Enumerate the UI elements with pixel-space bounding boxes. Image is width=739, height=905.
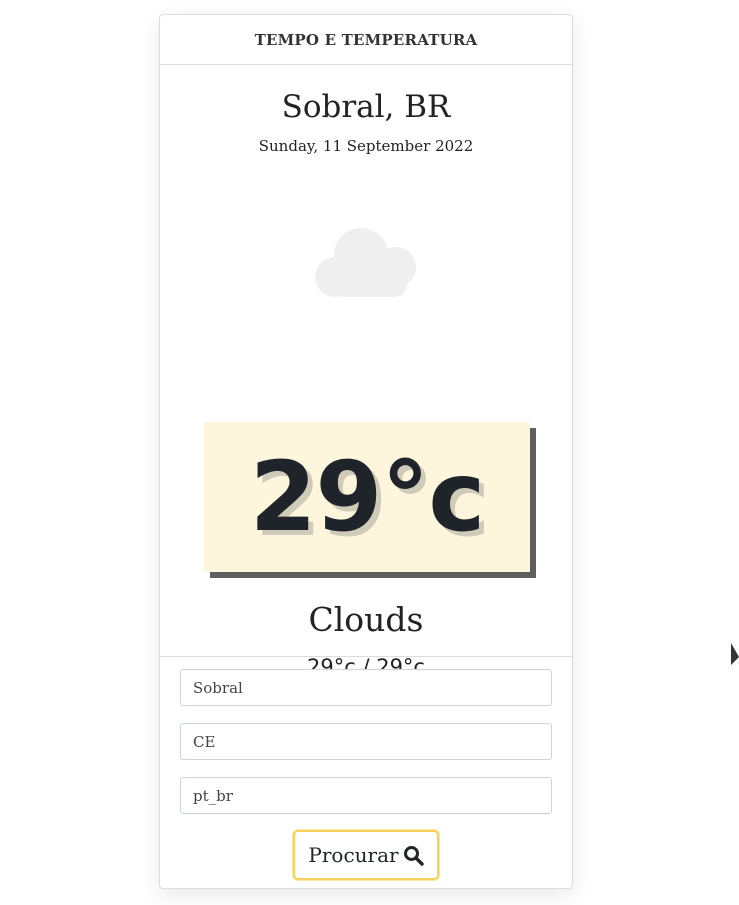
current-date: Sunday, 11 September 2022 bbox=[258, 137, 474, 155]
search-button[interactable]: Procurar bbox=[293, 830, 439, 880]
cloud-icon bbox=[315, 228, 416, 297]
search-icon bbox=[403, 845, 424, 866]
mouse-cursor-icon bbox=[731, 643, 739, 665]
weather-card: TEMPO E TEMPERATURA Sobral, BR Sunday, 1… bbox=[159, 14, 573, 889]
temperature-value: 29°c bbox=[249, 441, 485, 553]
location-title: Sobral, BR bbox=[281, 89, 451, 125]
weather-display: Sobral, BR Sunday, 11 September 2022 29°… bbox=[160, 65, 572, 679]
search-form: Procurar bbox=[160, 657, 572, 890]
state-input[interactable] bbox=[180, 723, 552, 760]
city-input[interactable] bbox=[180, 669, 552, 706]
card-header: TEMPO E TEMPERATURA bbox=[160, 15, 572, 65]
language-input[interactable] bbox=[180, 777, 552, 814]
page-title: TEMPO E TEMPERATURA bbox=[254, 30, 478, 49]
temperature-box: 29°c bbox=[204, 422, 530, 572]
search-button-label: Procurar bbox=[308, 843, 399, 867]
weather-condition: Clouds bbox=[308, 600, 424, 639]
